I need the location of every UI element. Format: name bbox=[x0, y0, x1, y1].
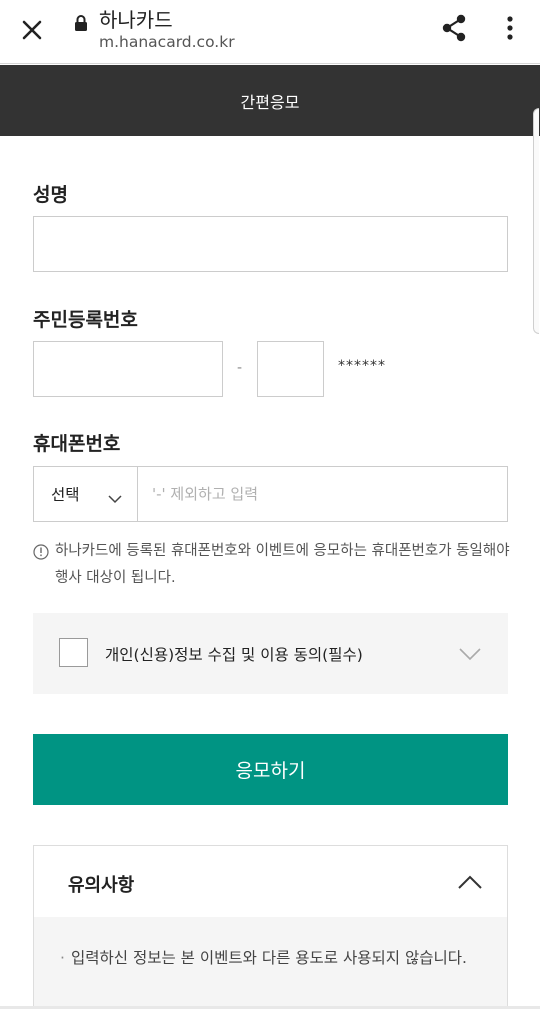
page-header: 간편응모 bbox=[0, 65, 540, 136]
close-icon[interactable] bbox=[14, 12, 50, 48]
privacy-agree-checkbox[interactable] bbox=[59, 638, 88, 667]
caution-header[interactable]: 유의사항 bbox=[34, 846, 507, 917]
phone-label: 휴대폰번호 bbox=[33, 433, 121, 455]
chevron-up-icon[interactable] bbox=[458, 874, 482, 893]
carrier-select-value: 선택 bbox=[51, 486, 80, 504]
notice-text: 하나카드에 등록된 휴대폰번호와 이벤트에 응모하는 휴대폰번호가 동일해야 행… bbox=[55, 543, 510, 586]
caution-body: · 입력하신 정보는 본 이벤트와 다른 용도로 사용되지 않습니다. bbox=[34, 917, 507, 1009]
rrn-dash: - bbox=[237, 360, 243, 376]
site-url[interactable]: m.hanacard.co.kr bbox=[99, 33, 235, 51]
caution-title: 유의사항 bbox=[68, 875, 135, 896]
rrn-masked-digits: ****** bbox=[338, 358, 386, 374]
privacy-agreement-row[interactable]: 개인(신용)정보 수집 및 이용 동의(필수) bbox=[33, 613, 508, 694]
rrn-back-input[interactable] bbox=[257, 341, 324, 397]
rrn-front-input[interactable] bbox=[33, 341, 223, 397]
chevron-down-icon bbox=[108, 489, 122, 508]
phone-number-input[interactable] bbox=[137, 466, 508, 522]
caution-item-text: 입력하신 정보는 본 이벤트와 다른 용도로 사용되지 않습니다. bbox=[71, 949, 467, 967]
submit-button[interactable]: 응모하기 bbox=[33, 734, 508, 805]
privacy-agree-label[interactable]: 개인(신용)정보 수집 및 이용 동의(필수) bbox=[105, 643, 363, 665]
page-title: 간편응모 bbox=[240, 92, 300, 112]
phone-notice: 하나카드에 등록된 휴대폰번호와 이벤트에 응모하는 휴대폰번호가 동일해야 행… bbox=[33, 538, 511, 592]
scroll-indicator[interactable] bbox=[533, 108, 539, 334]
chevron-down-icon[interactable] bbox=[459, 646, 481, 665]
carrier-select[interactable]: 선택 bbox=[33, 466, 137, 522]
rrn-label: 주민등록번호 bbox=[33, 309, 138, 331]
info-circle-icon bbox=[33, 543, 49, 560]
share-icon[interactable] bbox=[436, 10, 472, 46]
caution-item: · 입력하신 정보는 본 이벤트와 다른 용도로 사용되지 않습니다. bbox=[60, 943, 490, 973]
bullet-dot: · bbox=[60, 949, 65, 967]
more-vertical-icon[interactable] bbox=[494, 10, 526, 46]
name-input[interactable] bbox=[33, 216, 508, 272]
site-title: 하나카드 bbox=[99, 8, 173, 32]
browser-address-bar: 하나카드 m.hanacard.co.kr bbox=[0, 0, 540, 64]
caution-panel: 유의사항 · 입력하신 정보는 본 이벤트와 다른 용도로 사용되지 않습니다. bbox=[33, 845, 508, 1009]
name-label: 성명 bbox=[33, 184, 68, 206]
lock-icon bbox=[74, 14, 88, 32]
